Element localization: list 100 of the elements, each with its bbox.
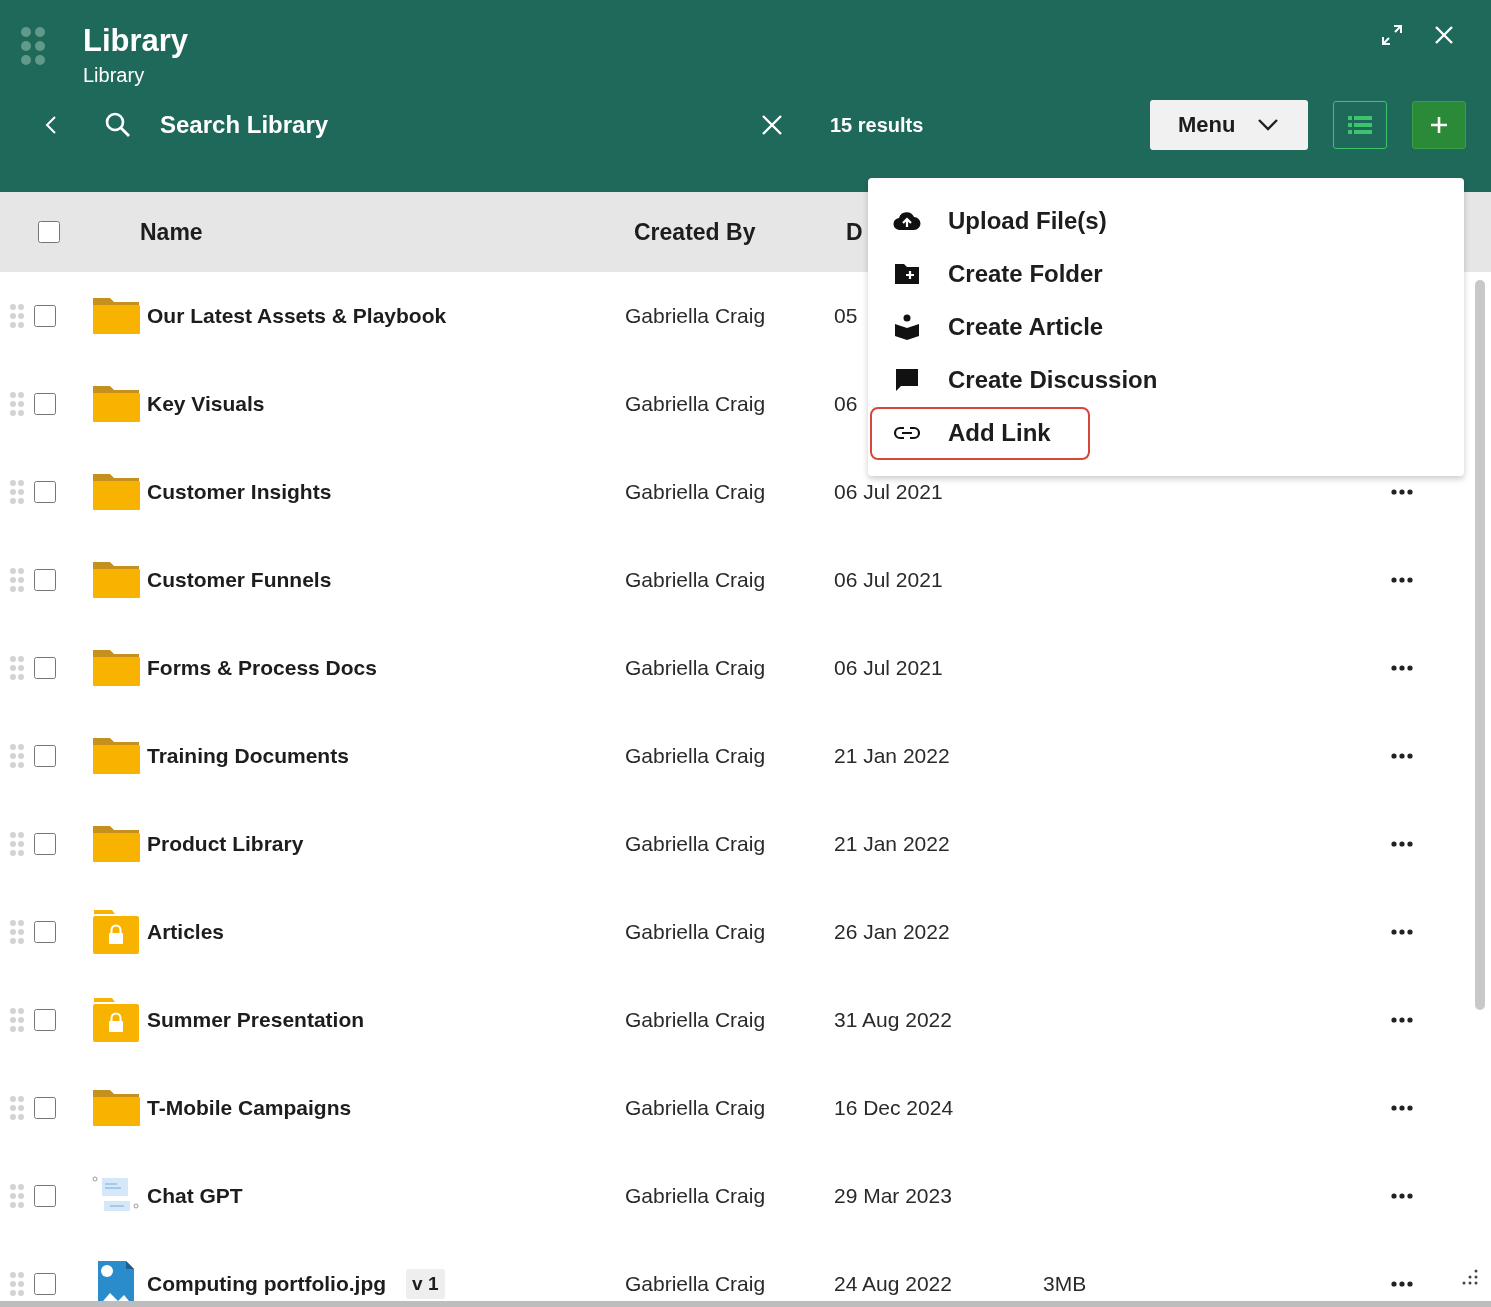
- list-view-button[interactable]: [1333, 101, 1387, 149]
- more-icon[interactable]: [1391, 665, 1413, 671]
- file-name[interactable]: Key Visuals: [147, 392, 265, 416]
- drag-handle-icon[interactable]: [20, 26, 46, 66]
- row-checkbox[interactable]: [34, 569, 56, 591]
- more-icon[interactable]: [1391, 1105, 1413, 1111]
- row-checkbox[interactable]: [34, 833, 56, 855]
- more-icon[interactable]: [1391, 929, 1413, 935]
- date-created: 26 Jan 2022: [834, 920, 950, 943]
- menu-item[interactable]: Add Link: [870, 406, 1090, 460]
- row-checkbox[interactable]: [34, 1185, 56, 1207]
- drag-handle-icon[interactable]: [9, 1095, 25, 1121]
- file-name[interactable]: Chat GPT: [147, 1184, 243, 1208]
- date-created: 06: [834, 392, 858, 415]
- file-name[interactable]: Product Library: [147, 832, 304, 856]
- file-name[interactable]: Our Latest Assets & Playbook: [147, 304, 447, 328]
- date-created: 05: [834, 304, 858, 327]
- menu-item[interactable]: Upload File(s): [870, 194, 1129, 248]
- reader-icon: [892, 314, 922, 340]
- created-by: Gabriella Craig: [625, 1096, 766, 1119]
- search-icon: [104, 111, 132, 139]
- date-created: 31 Aug 2022: [834, 1008, 952, 1031]
- row-checkbox[interactable]: [34, 305, 56, 327]
- drag-handle-icon[interactable]: [9, 391, 25, 417]
- file-name[interactable]: T-Mobile Campaigns: [147, 1096, 352, 1120]
- created-by: Gabriella Craig: [625, 1184, 766, 1207]
- menu-item[interactable]: Create Article: [870, 300, 1126, 354]
- date-created: 21 Jan 2022: [834, 744, 950, 767]
- file-name[interactable]: Summer Presentation: [147, 1008, 365, 1032]
- select-all-checkbox[interactable]: [38, 221, 60, 243]
- more-icon[interactable]: [1391, 1017, 1413, 1023]
- folder-icon: [91, 1088, 140, 1128]
- folder-icon: [91, 472, 140, 512]
- row-checkbox[interactable]: [34, 1273, 56, 1295]
- scrollbar[interactable]: [1475, 280, 1485, 1010]
- created-by: Gabriella Craig: [625, 656, 766, 679]
- more-icon[interactable]: [1391, 1281, 1413, 1287]
- more-icon[interactable]: [1391, 841, 1413, 847]
- row-checkbox[interactable]: [34, 921, 56, 943]
- row-checkbox[interactable]: [34, 1097, 56, 1119]
- close-icon[interactable]: [1433, 24, 1455, 46]
- file-size: 3MB: [1043, 1272, 1087, 1295]
- date-created: 24 Aug 2022: [834, 1272, 952, 1295]
- created-by: Gabriella Craig: [625, 568, 766, 591]
- row-checkbox[interactable]: [34, 393, 56, 415]
- results-count: 15 results: [830, 113, 924, 137]
- drag-handle-icon[interactable]: [9, 1271, 25, 1297]
- file-name[interactable]: Forms & Process Docs: [147, 656, 377, 680]
- add-button[interactable]: [1412, 101, 1466, 149]
- column-header[interactable]: Created By: [634, 218, 846, 246]
- more-icon[interactable]: [1391, 1193, 1413, 1199]
- version-badge: v 1: [406, 1269, 445, 1299]
- file-name[interactable]: Training Documents: [147, 744, 349, 768]
- window-subtitle: Library: [83, 64, 146, 87]
- column-header[interactable]: D: [846, 218, 863, 246]
- folder-icon: [91, 824, 140, 864]
- row-checkbox[interactable]: [34, 745, 56, 767]
- search-field[interactable]: Search Library: [160, 111, 760, 139]
- plus-icon: [1429, 115, 1449, 135]
- window-title: Library: [83, 24, 189, 58]
- drag-handle-icon[interactable]: [9, 831, 25, 857]
- column-header[interactable]: Name: [140, 218, 634, 246]
- drag-handle-icon[interactable]: [9, 1183, 25, 1209]
- drag-handle-icon[interactable]: [9, 655, 25, 681]
- link-icon: [892, 425, 922, 442]
- folder-icon: [91, 736, 140, 776]
- drag-handle-icon[interactable]: [9, 743, 25, 769]
- locked-folder-icon: [91, 997, 140, 1043]
- file-name[interactable]: Articles: [147, 920, 225, 944]
- file-name[interactable]: Computing portfolio.jpg: [147, 1272, 387, 1296]
- drag-handle-icon[interactable]: [9, 479, 25, 505]
- file-name[interactable]: Customer Insights: [147, 480, 332, 504]
- folder-plus-icon: [892, 262, 922, 285]
- file-name[interactable]: Customer Funnels: [147, 568, 332, 592]
- clear-icon[interactable]: [760, 113, 784, 137]
- drag-handle-icon[interactable]: [9, 303, 25, 329]
- more-icon[interactable]: [1391, 489, 1413, 495]
- row-checkbox[interactable]: [34, 481, 56, 503]
- menu-item[interactable]: Create Discussion: [870, 353, 1180, 407]
- resize-handle-icon[interactable]: [1461, 1268, 1479, 1286]
- menu-item[interactable]: Create Folder: [870, 247, 1125, 301]
- menu-button[interactable]: Menu: [1150, 100, 1308, 150]
- more-icon[interactable]: [1391, 753, 1413, 759]
- created-by: Gabriella Craig: [625, 1272, 766, 1295]
- row-checkbox[interactable]: [34, 657, 56, 679]
- drag-handle-icon[interactable]: [9, 567, 25, 593]
- more-icon[interactable]: [1391, 577, 1413, 583]
- drag-handle-icon[interactable]: [9, 1007, 25, 1033]
- date-created: 06 Jul 2021: [834, 568, 943, 591]
- date-created: 06 Jul 2021: [834, 656, 943, 679]
- created-by: Gabriella Craig: [625, 920, 766, 943]
- row-checkbox[interactable]: [34, 1009, 56, 1031]
- drag-handle-icon[interactable]: [9, 919, 25, 945]
- created-by: Gabriella Craig: [625, 480, 766, 503]
- expand-icon[interactable]: [1381, 24, 1403, 46]
- back-icon[interactable]: [44, 114, 58, 136]
- folder-icon: [91, 296, 140, 336]
- date-created: 21 Jan 2022: [834, 832, 950, 855]
- folder-icon: [91, 560, 140, 600]
- folder-icon: [91, 648, 140, 688]
